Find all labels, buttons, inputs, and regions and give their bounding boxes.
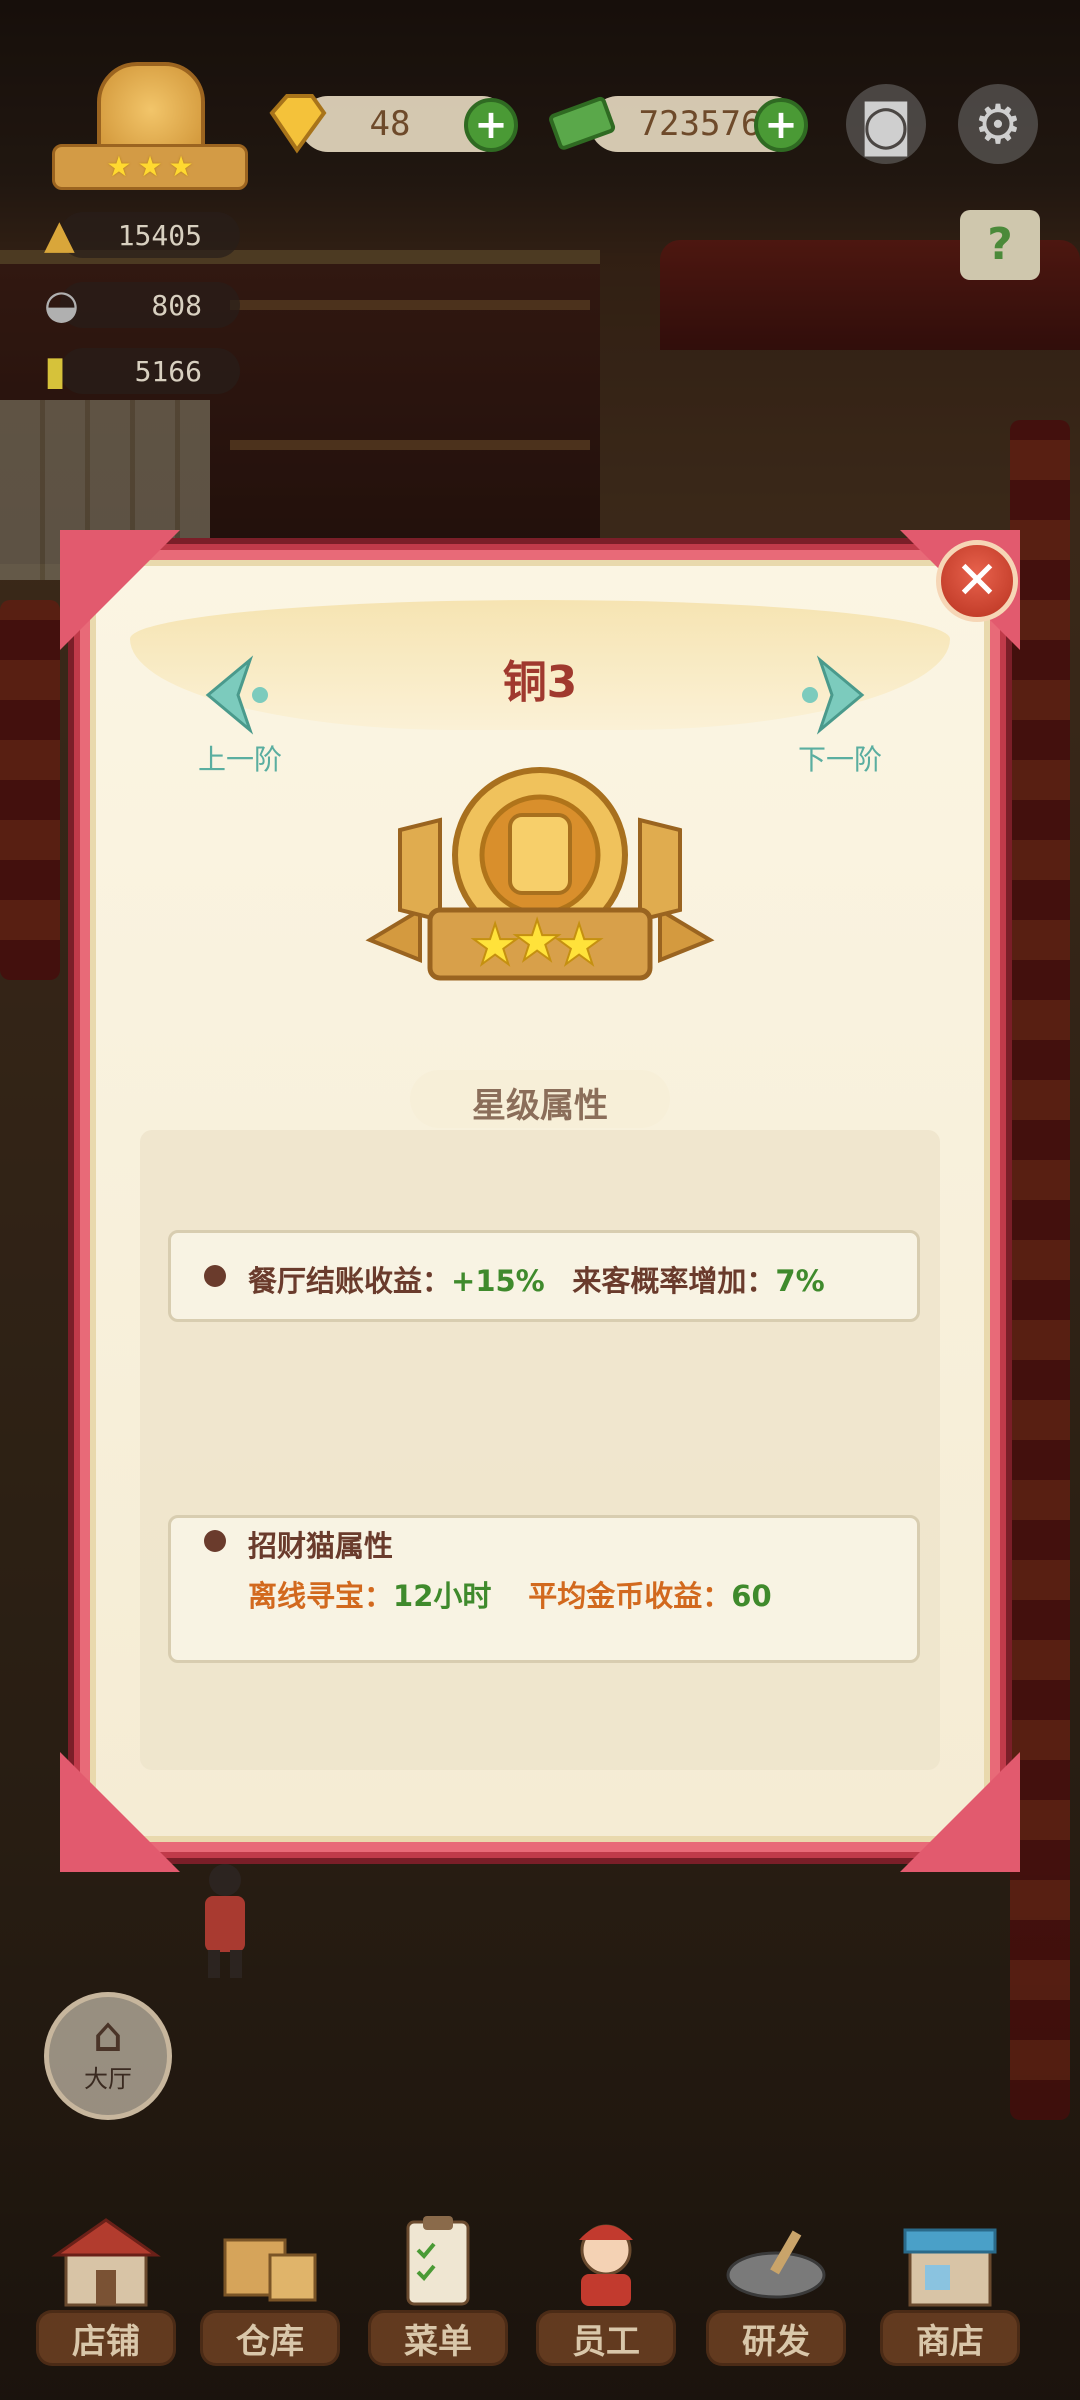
research-wok-icon xyxy=(726,2230,826,2299)
frame-corner-decoration xyxy=(60,1752,180,1872)
next-tier-label[interactable]: 下一阶 xyxy=(770,738,910,778)
shop-building-icon xyxy=(51,2218,161,2307)
nav-shop[interactable]: 店铺 xyxy=(36,2210,176,2380)
help-book-icon: ? xyxy=(987,219,1013,270)
camera-icon: ◙ xyxy=(859,92,913,156)
rank-title: 铜3 xyxy=(502,657,578,708)
help-book-button[interactable]: ? xyxy=(960,210,1040,280)
dish-cover-icon: ◒ xyxy=(44,282,79,328)
star-icon: ★ xyxy=(168,150,194,183)
camera-button[interactable]: ◙ xyxy=(846,84,926,164)
bullet-dot xyxy=(204,1265,226,1287)
warehouse-boxes-icon xyxy=(223,2238,317,2302)
attributes-panel xyxy=(140,1130,940,1770)
nav-store[interactable]: 商店 xyxy=(880,2210,1020,2380)
nav-staff[interactable]: 员工 xyxy=(536,2210,676,2380)
menu-clipboard-icon xyxy=(406,2216,470,2306)
prev-arrow-icon[interactable] xyxy=(200,655,270,735)
nav-warehouse-label: 仓库 xyxy=(236,2322,304,2362)
nav-menu-label: 菜单 xyxy=(404,2322,472,2362)
add-gems-button[interactable]: + xyxy=(464,98,518,152)
nav-research-label: 研发 xyxy=(742,2322,810,2362)
star-attributes-title: 星级属性 xyxy=(472,1086,608,1126)
hall-building-icon: ⌂ xyxy=(92,2007,124,2063)
stat-dish-value: 808 xyxy=(151,288,202,322)
offline-treasure-label: 离线寻宝： xyxy=(248,1579,394,1613)
frame-corner-decoration xyxy=(900,1752,1020,1872)
avg-coin-income-label: 平均金币收益： xyxy=(528,1579,732,1613)
add-cash-button[interactable]: + xyxy=(754,98,808,152)
nav-warehouse[interactable]: 仓库 xyxy=(200,2210,340,2380)
bullet-dot xyxy=(204,1530,226,1552)
next-arrow-icon[interactable] xyxy=(800,655,870,735)
lucky-cat-attributes-line: 离线寻宝：12小时 平均金币收益：60 xyxy=(248,1573,772,1615)
hall-label: 大厅 xyxy=(84,2065,132,2093)
nav-menu[interactable]: 菜单 xyxy=(368,2210,508,2380)
gems-value: 48 xyxy=(369,104,411,144)
close-button[interactable]: ✕ xyxy=(936,540,1018,622)
gold-ingot-icon: ▲ xyxy=(44,212,75,258)
cash-value: 723576 xyxy=(638,104,762,144)
waiter-character xyxy=(205,1864,245,1978)
player-rank-badge[interactable]: ★ ★ ★ xyxy=(52,62,248,192)
bronze-rank-badge-icon: ★ ★ ★ xyxy=(365,767,715,981)
customer-rate-value: 7% xyxy=(775,1264,825,1298)
rank-stars: ★ ★ ★ xyxy=(52,144,248,190)
nav-staff-label: 员工 xyxy=(572,2322,640,2362)
customer-rate-label: 来客概率增加： xyxy=(572,1264,776,1298)
nav-store-label: 商店 xyxy=(916,2322,984,2362)
card-icon: ▮ xyxy=(44,348,67,394)
offline-treasure-value: 12小时 xyxy=(393,1579,492,1613)
settings-button[interactable]: ⚙ xyxy=(958,84,1038,164)
stat-card-value: 5166 xyxy=(134,354,202,388)
stat-gold-value: 15405 xyxy=(117,218,202,252)
gem-icon xyxy=(269,94,327,154)
checkout-income-value: +15% xyxy=(451,1264,545,1298)
staff-chef-icon xyxy=(579,2224,633,2306)
nav-research[interactable]: 研发 xyxy=(706,2210,846,2380)
star-icon: ★ xyxy=(137,150,163,183)
avg-coin-income-value: 60 xyxy=(731,1579,772,1613)
star-icon: ★ xyxy=(106,150,132,183)
checkout-income-label: 餐厅结账收益： xyxy=(248,1264,452,1298)
hall-button[interactable]: ⌂ 大厅 xyxy=(44,1992,172,2120)
store-icon xyxy=(903,2228,997,2307)
close-icon: ✕ xyxy=(955,551,999,611)
nav-shop-label: 店铺 xyxy=(72,2322,140,2362)
cash-icon xyxy=(549,96,616,150)
prev-tier-label[interactable]: 上一阶 xyxy=(170,738,310,778)
svg-text:★: ★ xyxy=(554,913,604,978)
lucky-cat-heading: 招财猫属性 xyxy=(248,1529,394,1563)
restaurant-attributes-line: 餐厅结账收益：+15% 来客概率增加：7% xyxy=(248,1258,825,1300)
gear-icon: ⚙ xyxy=(973,92,1023,156)
